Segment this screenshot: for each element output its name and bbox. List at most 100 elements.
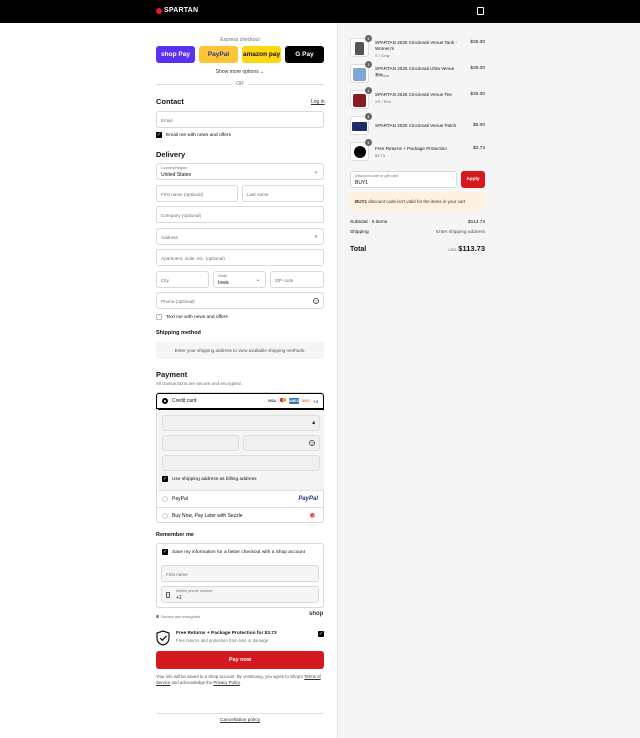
subtotal-row: Subtotal · 5 items $113.73 <box>350 220 485 225</box>
checkbox-checked-icon: ✓ <box>162 549 168 555</box>
email-field[interactable]: Email <box>156 111 324 128</box>
quantity-badge: 1 <box>365 87 372 94</box>
zip-field[interactable]: ZIP code <box>270 271 324 288</box>
expiration-field[interactable] <box>162 435 239 451</box>
google-pay-button[interactable]: G Pay <box>285 46 324 63</box>
delivery-heading: Delivery <box>156 150 186 159</box>
checkbox-checked-icon: ✓ <box>318 631 324 637</box>
remember-me-heading: Remember me <box>156 532 194 538</box>
payment-subtitle: All transactions are secure and encrypte… <box>156 381 242 386</box>
amazon-pay-button[interactable]: amazon pay <box>242 46 281 63</box>
cart-item: 1 SPARTAN 2025 Cincinnati Venue Tank - W… <box>350 35 485 60</box>
last-name-field[interactable]: Last name <box>242 185 324 202</box>
quantity-badge: 1 <box>365 61 372 68</box>
checkbox-checked-icon: ✓ <box>162 476 168 482</box>
chevron-down-icon: ⌄ <box>255 277 261 283</box>
radio-unselected-icon <box>162 512 168 519</box>
express-checkout-title: Express checkout <box>220 37 260 43</box>
cart-item: 1 SPARTAN 2025 Cincinnati Ultra Venue Te… <box>350 61 485 86</box>
email-news-checkbox[interactable]: ✓ Email me with news and offers <box>156 132 231 138</box>
card-details-form: 🔒︎ ? ✓ Use shipping address as billing a… <box>158 409 324 491</box>
cart-item: 1 SPARTAN 2025 Cincinnati Venue Tee XS /… <box>350 87 485 112</box>
chevron-down-icon: ⌄ <box>313 169 319 175</box>
lock-icon: 🔒︎ <box>312 420 315 426</box>
paypal-logo: PayPal <box>298 496 318 502</box>
spartan-logo[interactable]: SPARTAN <box>156 7 198 14</box>
shipping-method-heading: Shipping method <box>156 330 201 336</box>
sezzle-icon <box>310 513 315 518</box>
shopping-bag-icon[interactable] <box>477 7 484 15</box>
item-name: SPARTAN 2025 Cincinnati Venue Tank - Wom… <box>375 40 457 51</box>
phone-field[interactable]: Phone (optional) ? <box>156 292 324 309</box>
cart-item: 1 Free Returns + Package Protection $3.7… <box>350 139 485 164</box>
protection-checkbox[interactable]: ✓ <box>318 631 324 637</box>
save-info-checkbox[interactable]: ✓ Save my information for a faster check… <box>162 549 305 555</box>
secure-note: Secure and encrypted <box>156 614 200 619</box>
login-link[interactable]: Log in <box>311 99 325 105</box>
item-variant: $3.73 <box>375 153 386 158</box>
cancellation-policy-link[interactable]: Cancellation policy <box>156 718 324 723</box>
mastercard-icon <box>278 398 287 404</box>
item-price: $35.00 <box>470 66 485 71</box>
pay-now-button[interactable]: Pay now <box>156 651 324 669</box>
item-name: Free Returns + Package Protection <box>375 146 447 151</box>
paypal-button[interactable]: PayPal <box>199 46 238 63</box>
billing-same-checkbox[interactable]: ✓ Use shipping address as billing addres… <box>162 476 257 482</box>
protection-description: Free returns and protection from loss or… <box>176 638 270 643</box>
visa-icon: VISA <box>266 398 277 404</box>
apartment-field[interactable]: Apartment, suite, etc. (optional) <box>156 249 324 266</box>
mobile-phone-field[interactable]: Mobile phone number +1 <box>161 586 319 603</box>
address-field[interactable]: Address ⌕ <box>156 228 324 245</box>
apply-button[interactable]: Apply <box>461 171 485 188</box>
shop-pay-button[interactable]: shop Pay <box>156 46 195 63</box>
discount-error-message: BUY1 discount code isn't valid for the i… <box>350 193 485 210</box>
state-select[interactable]: State Iowa ⌄ <box>213 271 266 288</box>
country-select[interactable]: Country/Region United States ⌄ <box>156 163 324 180</box>
text-news-checkbox[interactable]: Text me with news and offers <box>156 314 228 320</box>
amex-icon: AMEX <box>288 398 299 404</box>
city-field[interactable]: City <box>156 271 209 288</box>
item-price: $3.73 <box>472 146 485 151</box>
quantity-badge: 1 <box>365 139 372 146</box>
radio-selected-icon <box>162 398 168 404</box>
discount-code-field[interactable]: Discount code or gift card BUY1 <box>350 171 457 188</box>
payment-options: Credit card VISA AMEX DISC +4 🔒︎ ? ✓ Use… <box>156 392 324 523</box>
item-variant: S / Blue <box>375 73 390 78</box>
cart-item: 1 SPARTAN 2025 Cincinnati Venue Patch $5… <box>350 113 485 138</box>
remember-first-name-field[interactable]: First name <box>161 565 319 582</box>
item-price: $5.00 <box>472 123 485 128</box>
help-icon[interactable]: ? <box>313 298 319 304</box>
name-on-card-field[interactable] <box>162 455 320 471</box>
lock-icon <box>156 615 159 618</box>
or-divider: OR <box>156 80 324 88</box>
shield-icon <box>156 630 170 646</box>
top-bar: SPARTAN <box>0 0 640 23</box>
item-variant: XS / Red <box>375 99 392 104</box>
phone-icon <box>166 592 170 598</box>
sezzle-option[interactable]: Buy Now, Pay Later with Sezzle <box>157 508 323 523</box>
search-icon: ⌕ <box>314 234 318 240</box>
shop-logo: shop <box>309 611 324 617</box>
protection-title: Free Returns + Package Protection for $3… <box>176 631 277 636</box>
legal-text: Your info will be saved to a Shop accoun… <box>156 674 321 685</box>
credit-card-option[interactable]: Credit card VISA AMEX DISC +4 <box>156 393 324 409</box>
help-icon[interactable]: ? <box>309 440 315 446</box>
quantity-badge: 1 <box>365 35 372 42</box>
show-more-options[interactable]: Show more options ⌄ <box>156 69 324 75</box>
item-name: SPARTAN 2025 Cincinnati Venue Tee <box>375 92 452 97</box>
remember-me-box: ✓ Save my information for a faster check… <box>156 543 324 608</box>
chevron-down-icon: ⌄ <box>260 69 265 75</box>
first-name-field[interactable]: First name (optional) <box>156 185 238 202</box>
spartan-helmet-icon <box>156 7 162 14</box>
contact-heading: Contact <box>156 97 184 106</box>
paypal-option[interactable]: PayPal PayPal <box>157 491 323 508</box>
discover-icon: DISC <box>300 398 311 404</box>
item-price: $35.00 <box>470 40 485 45</box>
card-number-field[interactable]: 🔒︎ <box>162 415 320 431</box>
footer-divider <box>156 713 324 714</box>
security-code-field[interactable]: ? <box>243 435 320 451</box>
checkbox-checked-icon: ✓ <box>156 132 162 138</box>
company-field[interactable]: Company (optional) <box>156 206 324 223</box>
checkbox-unchecked-icon <box>156 314 162 320</box>
privacy-policy-link[interactable]: Privacy Policy <box>213 680 239 685</box>
